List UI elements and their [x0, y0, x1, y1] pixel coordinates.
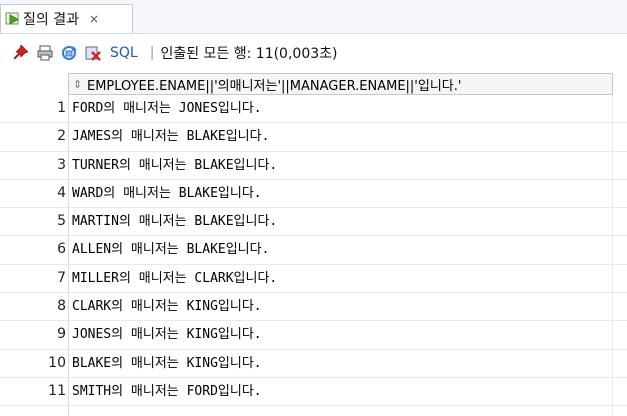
row-number: 2 — [57, 128, 66, 145]
sort-icon[interactable]: ⇕ — [73, 78, 83, 91]
pin-icon[interactable] — [12, 43, 30, 62]
close-icon[interactable]: × — [89, 12, 99, 26]
table-cell[interactable]: JONES의 매니저는 KING입니다. — [72, 321, 262, 348]
table-cell[interactable]: ALLEN의 매니저는 BLAKE입니다. — [72, 236, 269, 263]
clear-icon[interactable] — [84, 44, 102, 62]
row-number: 4 — [57, 184, 66, 201]
table-cell[interactable]: MILLER의 매니저는 CLARK입니다. — [72, 265, 277, 292]
column-header-label: EMPLOYEE.ENAME||'의매니저는'||MANAGER.ENAME||… — [87, 78, 462, 94]
grid-rows: 1 FORD의 매니저는 JONES입니다. 2 JAMES의 매니저는 BLA… — [0, 95, 627, 407]
table-row[interactable]: 10 BLAKE의 매니저는 KING입니다. — [0, 350, 627, 378]
table-row[interactable]: 4 WARD의 매니저는 BLAKE입니다. — [0, 180, 627, 209]
result-grid: ⇕ EMPLOYEE.ENAME||'의매니저는'||MANAGER.ENAME… — [0, 73, 627, 416]
fetch-status: 인출된 모든 행: 11(0,003초) — [160, 45, 338, 62]
table-cell[interactable]: CLARK의 매니저는 KING입니다. — [72, 293, 262, 320]
table-row[interactable]: 6 ALLEN의 매니저는 BLAKE입니다. — [0, 236, 627, 265]
row-number: 9 — [57, 326, 66, 343]
table-cell[interactable]: SMITH의 매니저는 FORD입니다. — [72, 378, 262, 405]
table-row[interactable]: 7 MILLER의 매니저는 CLARK입니다. — [0, 265, 627, 294]
table-row[interactable]: 8 CLARK의 매니저는 KING입니다. — [0, 293, 627, 322]
row-number: 1 — [57, 100, 66, 116]
table-row[interactable]: 3 TURNER의 매니저는 BLAKE입니다. — [0, 152, 627, 180]
run-query-icon — [5, 11, 21, 27]
table-row[interactable]: 5 MARTIN의 매니저는 BLAKE입니다. — [0, 208, 627, 237]
table-cell[interactable]: WARD의 매니저는 BLAKE입니다. — [72, 180, 262, 207]
toolbar-separator: | — [149, 44, 155, 61]
row-number: 3 — [57, 156, 66, 173]
column-header[interactable]: ⇕ EMPLOYEE.ENAME||'의매니저는'||MANAGER.ENAME… — [68, 73, 613, 95]
row-number: 10 — [48, 354, 66, 371]
row-number: 11 — [48, 382, 66, 399]
tab-bar: 질의 결과 × — [0, 0, 627, 34]
tab-label: 질의 결과 — [23, 12, 79, 28]
sql-link[interactable]: SQL — [110, 45, 138, 61]
table-cell[interactable]: JAMES의 매니저는 BLAKE입니다. — [72, 123, 269, 150]
print-icon[interactable] — [36, 44, 54, 62]
table-cell[interactable]: FORD의 매니저는 JONES입니다. — [72, 95, 262, 122]
refresh-icon[interactable] — [60, 44, 78, 62]
row-number: 5 — [57, 213, 66, 230]
result-toolbar: SQL | 인출된 모든 행: 11(0,003초) — [0, 37, 627, 68]
table-row[interactable]: 9 JONES의 매니저는 KING입니다. — [0, 321, 627, 350]
table-row[interactable]: 1 FORD의 매니저는 JONES입니다. — [0, 95, 627, 124]
table-cell[interactable]: MARTIN의 매니저는 BLAKE입니다. — [72, 208, 277, 235]
row-number: 7 — [57, 269, 66, 286]
table-cell[interactable]: BLAKE의 매니저는 KING입니다. — [72, 350, 262, 377]
row-number: 6 — [57, 241, 66, 258]
table-row[interactable]: 11 SMITH의 매니저는 FORD입니다. — [0, 378, 627, 407]
table-cell[interactable]: TURNER의 매니저는 BLAKE입니다. — [72, 152, 277, 179]
table-row[interactable]: 2 JAMES의 매니저는 BLAKE입니다. — [0, 123, 627, 152]
tab-query-result[interactable]: 질의 결과 × — [0, 4, 133, 33]
row-number: 8 — [57, 298, 66, 315]
